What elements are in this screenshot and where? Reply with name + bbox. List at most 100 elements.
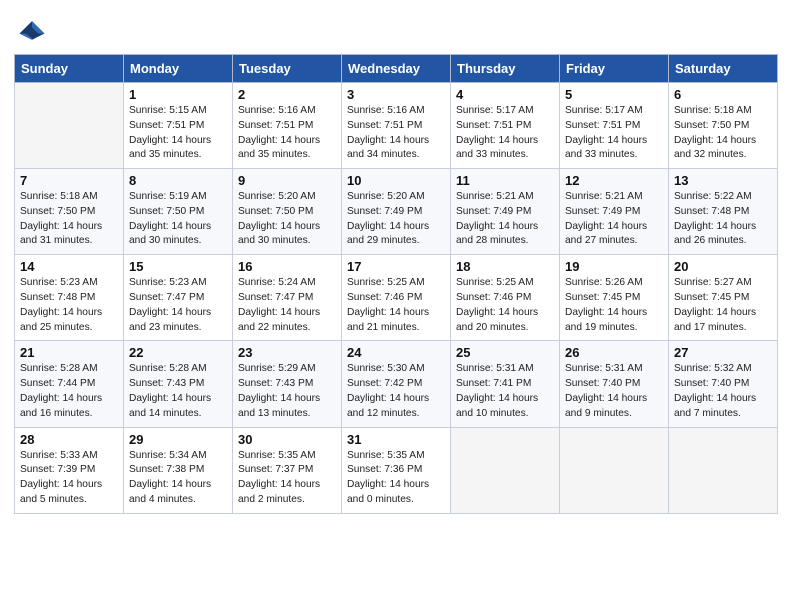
- day-number: 8: [129, 173, 227, 188]
- weekday-header-monday: Monday: [124, 55, 233, 83]
- day-number: 17: [347, 259, 445, 274]
- day-info: Sunrise: 5:18 AM Sunset: 7:50 PM Dayligh…: [20, 190, 118, 249]
- day-info: Sunrise: 5:35 AM Sunset: 7:37 PM Dayligh…: [238, 449, 336, 508]
- day-number: 26: [565, 345, 663, 360]
- day-number: 28: [20, 432, 118, 447]
- day-info: Sunrise: 5:17 AM Sunset: 7:51 PM Dayligh…: [456, 104, 554, 163]
- day-info: Sunrise: 5:16 AM Sunset: 7:51 PM Dayligh…: [238, 104, 336, 163]
- calendar-cell: 16Sunrise: 5:24 AM Sunset: 7:47 PM Dayli…: [233, 255, 342, 341]
- calendar-cell: 20 Sunrise: 5:27 AM Sunset: 7:45 PM Dayli…: [669, 255, 778, 341]
- calendar-cell: 26Sunrise: 5:31 AM Sunset: 7:40 PM Dayli…: [560, 341, 669, 427]
- calendar-week-row: 7 Sunrise: 5:18 AM Sunset: 7:50 PM Daylig…: [15, 169, 778, 255]
- day-number: 6: [674, 87, 772, 102]
- calendar-cell: 12Sunrise: 5:21 AM Sunset: 7:49 PM Dayli…: [560, 169, 669, 255]
- calendar-week-row: 21 Sunrise: 5:28 AM Sunset: 7:44 PM Dayli…: [15, 341, 778, 427]
- day-number: 27: [674, 345, 772, 360]
- calendar-week-row: 1Sunrise: 5:15 AM Sunset: 7:51 PM Daylig…: [15, 83, 778, 169]
- day-info: Sunrise: 5:25 AM Sunset: 7:46 PM Dayligh…: [456, 276, 554, 335]
- weekday-header-friday: Friday: [560, 55, 669, 83]
- day-info: Sunrise: 5:33 AM Sunset: 7:39 PM Dayligh…: [20, 449, 118, 508]
- logo: [18, 18, 50, 46]
- day-info: Sunrise: 5:28 AM Sunset: 7:44 PM Dayligh…: [20, 362, 118, 421]
- calendar-cell: 28 Sunrise: 5:33 AM Sunset: 7:39 PM Dayli…: [15, 427, 124, 513]
- day-number: 20: [674, 259, 772, 274]
- calendar-cell: [560, 427, 669, 513]
- day-info: Sunrise: 5:18 AM Sunset: 7:50 PM Dayligh…: [674, 104, 772, 163]
- calendar-week-row: 14 Sunrise: 5:23 AM Sunset: 7:48 PM Dayli…: [15, 255, 778, 341]
- calendar-cell: 9 Sunrise: 5:20 AM Sunset: 7:50 PM Daylig…: [233, 169, 342, 255]
- day-info: Sunrise: 5:16 AM Sunset: 7:51 PM Dayligh…: [347, 104, 445, 163]
- calendar-cell: 29 Sunrise: 5:34 AM Sunset: 7:38 PM Dayli…: [124, 427, 233, 513]
- day-number: 4: [456, 87, 554, 102]
- calendar-cell: 15 Sunrise: 5:23 AM Sunset: 7:47 PM Dayli…: [124, 255, 233, 341]
- day-info: Sunrise: 5:17 AM Sunset: 7:51 PM Dayligh…: [565, 104, 663, 163]
- calendar-cell: 5 Sunrise: 5:17 AM Sunset: 7:51 PM Daylig…: [560, 83, 669, 169]
- day-number: 11: [456, 173, 554, 188]
- day-number: 15: [129, 259, 227, 274]
- calendar-cell: 24 Sunrise: 5:30 AM Sunset: 7:42 PM Dayli…: [342, 341, 451, 427]
- calendar-cell: 31Sunrise: 5:35 AM Sunset: 7:36 PM Dayli…: [342, 427, 451, 513]
- calendar-cell: 10 Sunrise: 5:20 AM Sunset: 7:49 PM Dayli…: [342, 169, 451, 255]
- calendar-cell: 30 Sunrise: 5:35 AM Sunset: 7:37 PM Dayli…: [233, 427, 342, 513]
- day-info: Sunrise: 5:30 AM Sunset: 7:42 PM Dayligh…: [347, 362, 445, 421]
- day-number: 23: [238, 345, 336, 360]
- weekday-header-thursday: Thursday: [451, 55, 560, 83]
- calendar-cell: 19 Sunrise: 5:26 AM Sunset: 7:45 PM Dayli…: [560, 255, 669, 341]
- day-number: 21: [20, 345, 118, 360]
- day-info: Sunrise: 5:28 AM Sunset: 7:43 PM Dayligh…: [129, 362, 227, 421]
- day-info: Sunrise: 5:32 AM Sunset: 7:40 PM Dayligh…: [674, 362, 772, 421]
- day-number: 13: [674, 173, 772, 188]
- day-number: 16: [238, 259, 336, 274]
- calendar-cell: 22 Sunrise: 5:28 AM Sunset: 7:43 PM Dayli…: [124, 341, 233, 427]
- calendar-week-row: 28 Sunrise: 5:33 AM Sunset: 7:39 PM Dayli…: [15, 427, 778, 513]
- day-number: 14: [20, 259, 118, 274]
- calendar-cell: 7 Sunrise: 5:18 AM Sunset: 7:50 PM Daylig…: [15, 169, 124, 255]
- calendar-cell: [669, 427, 778, 513]
- calendar-cell: 4 Sunrise: 5:17 AM Sunset: 7:51 PM Daylig…: [451, 83, 560, 169]
- day-number: 18: [456, 259, 554, 274]
- day-number: 5: [565, 87, 663, 102]
- day-info: Sunrise: 5:26 AM Sunset: 7:45 PM Dayligh…: [565, 276, 663, 335]
- weekday-header-row: SundayMondayTuesdayWednesdayThursdayFrid…: [15, 55, 778, 83]
- weekday-header-saturday: Saturday: [669, 55, 778, 83]
- day-number: 2: [238, 87, 336, 102]
- day-number: 10: [347, 173, 445, 188]
- calendar-cell: 13Sunrise: 5:22 AM Sunset: 7:48 PM Dayli…: [669, 169, 778, 255]
- day-info: Sunrise: 5:34 AM Sunset: 7:38 PM Dayligh…: [129, 449, 227, 508]
- calendar-cell: 14 Sunrise: 5:23 AM Sunset: 7:48 PM Dayli…: [15, 255, 124, 341]
- logo-icon: [18, 18, 46, 46]
- day-number: 25: [456, 345, 554, 360]
- weekday-header-sunday: Sunday: [15, 55, 124, 83]
- calendar-table: SundayMondayTuesdayWednesdayThursdayFrid…: [14, 54, 778, 514]
- day-number: 24: [347, 345, 445, 360]
- day-number: 22: [129, 345, 227, 360]
- day-number: 1: [129, 87, 227, 102]
- day-info: Sunrise: 5:20 AM Sunset: 7:49 PM Dayligh…: [347, 190, 445, 249]
- day-info: Sunrise: 5:21 AM Sunset: 7:49 PM Dayligh…: [565, 190, 663, 249]
- calendar-cell: 18 Sunrise: 5:25 AM Sunset: 7:46 PM Dayli…: [451, 255, 560, 341]
- day-number: 29: [129, 432, 227, 447]
- day-info: Sunrise: 5:31 AM Sunset: 7:41 PM Dayligh…: [456, 362, 554, 421]
- day-info: Sunrise: 5:19 AM Sunset: 7:50 PM Dayligh…: [129, 190, 227, 249]
- calendar-cell: 11 Sunrise: 5:21 AM Sunset: 7:49 PM Dayli…: [451, 169, 560, 255]
- day-info: Sunrise: 5:21 AM Sunset: 7:49 PM Dayligh…: [456, 190, 554, 249]
- calendar-cell: 27 Sunrise: 5:32 AM Sunset: 7:40 PM Dayli…: [669, 341, 778, 427]
- calendar-cell: 8 Sunrise: 5:19 AM Sunset: 7:50 PM Daylig…: [124, 169, 233, 255]
- day-number: 31: [347, 432, 445, 447]
- calendar-cell: 2 Sunrise: 5:16 AM Sunset: 7:51 PM Daylig…: [233, 83, 342, 169]
- day-info: Sunrise: 5:23 AM Sunset: 7:47 PM Dayligh…: [129, 276, 227, 335]
- day-number: 3: [347, 87, 445, 102]
- calendar-cell: 21 Sunrise: 5:28 AM Sunset: 7:44 PM Dayli…: [15, 341, 124, 427]
- calendar-cell: [451, 427, 560, 513]
- calendar-cell: 6 Sunrise: 5:18 AM Sunset: 7:50 PM Daylig…: [669, 83, 778, 169]
- calendar-cell: 23Sunrise: 5:29 AM Sunset: 7:43 PM Dayli…: [233, 341, 342, 427]
- day-info: Sunrise: 5:27 AM Sunset: 7:45 PM Dayligh…: [674, 276, 772, 335]
- day-number: 9: [238, 173, 336, 188]
- day-number: 7: [20, 173, 118, 188]
- calendar-container: SundayMondayTuesdayWednesdayThursdayFrid…: [0, 54, 792, 528]
- day-info: Sunrise: 5:20 AM Sunset: 7:50 PM Dayligh…: [238, 190, 336, 249]
- day-info: Sunrise: 5:25 AM Sunset: 7:46 PM Dayligh…: [347, 276, 445, 335]
- day-info: Sunrise: 5:23 AM Sunset: 7:48 PM Dayligh…: [20, 276, 118, 335]
- day-number: 19: [565, 259, 663, 274]
- day-number: 30: [238, 432, 336, 447]
